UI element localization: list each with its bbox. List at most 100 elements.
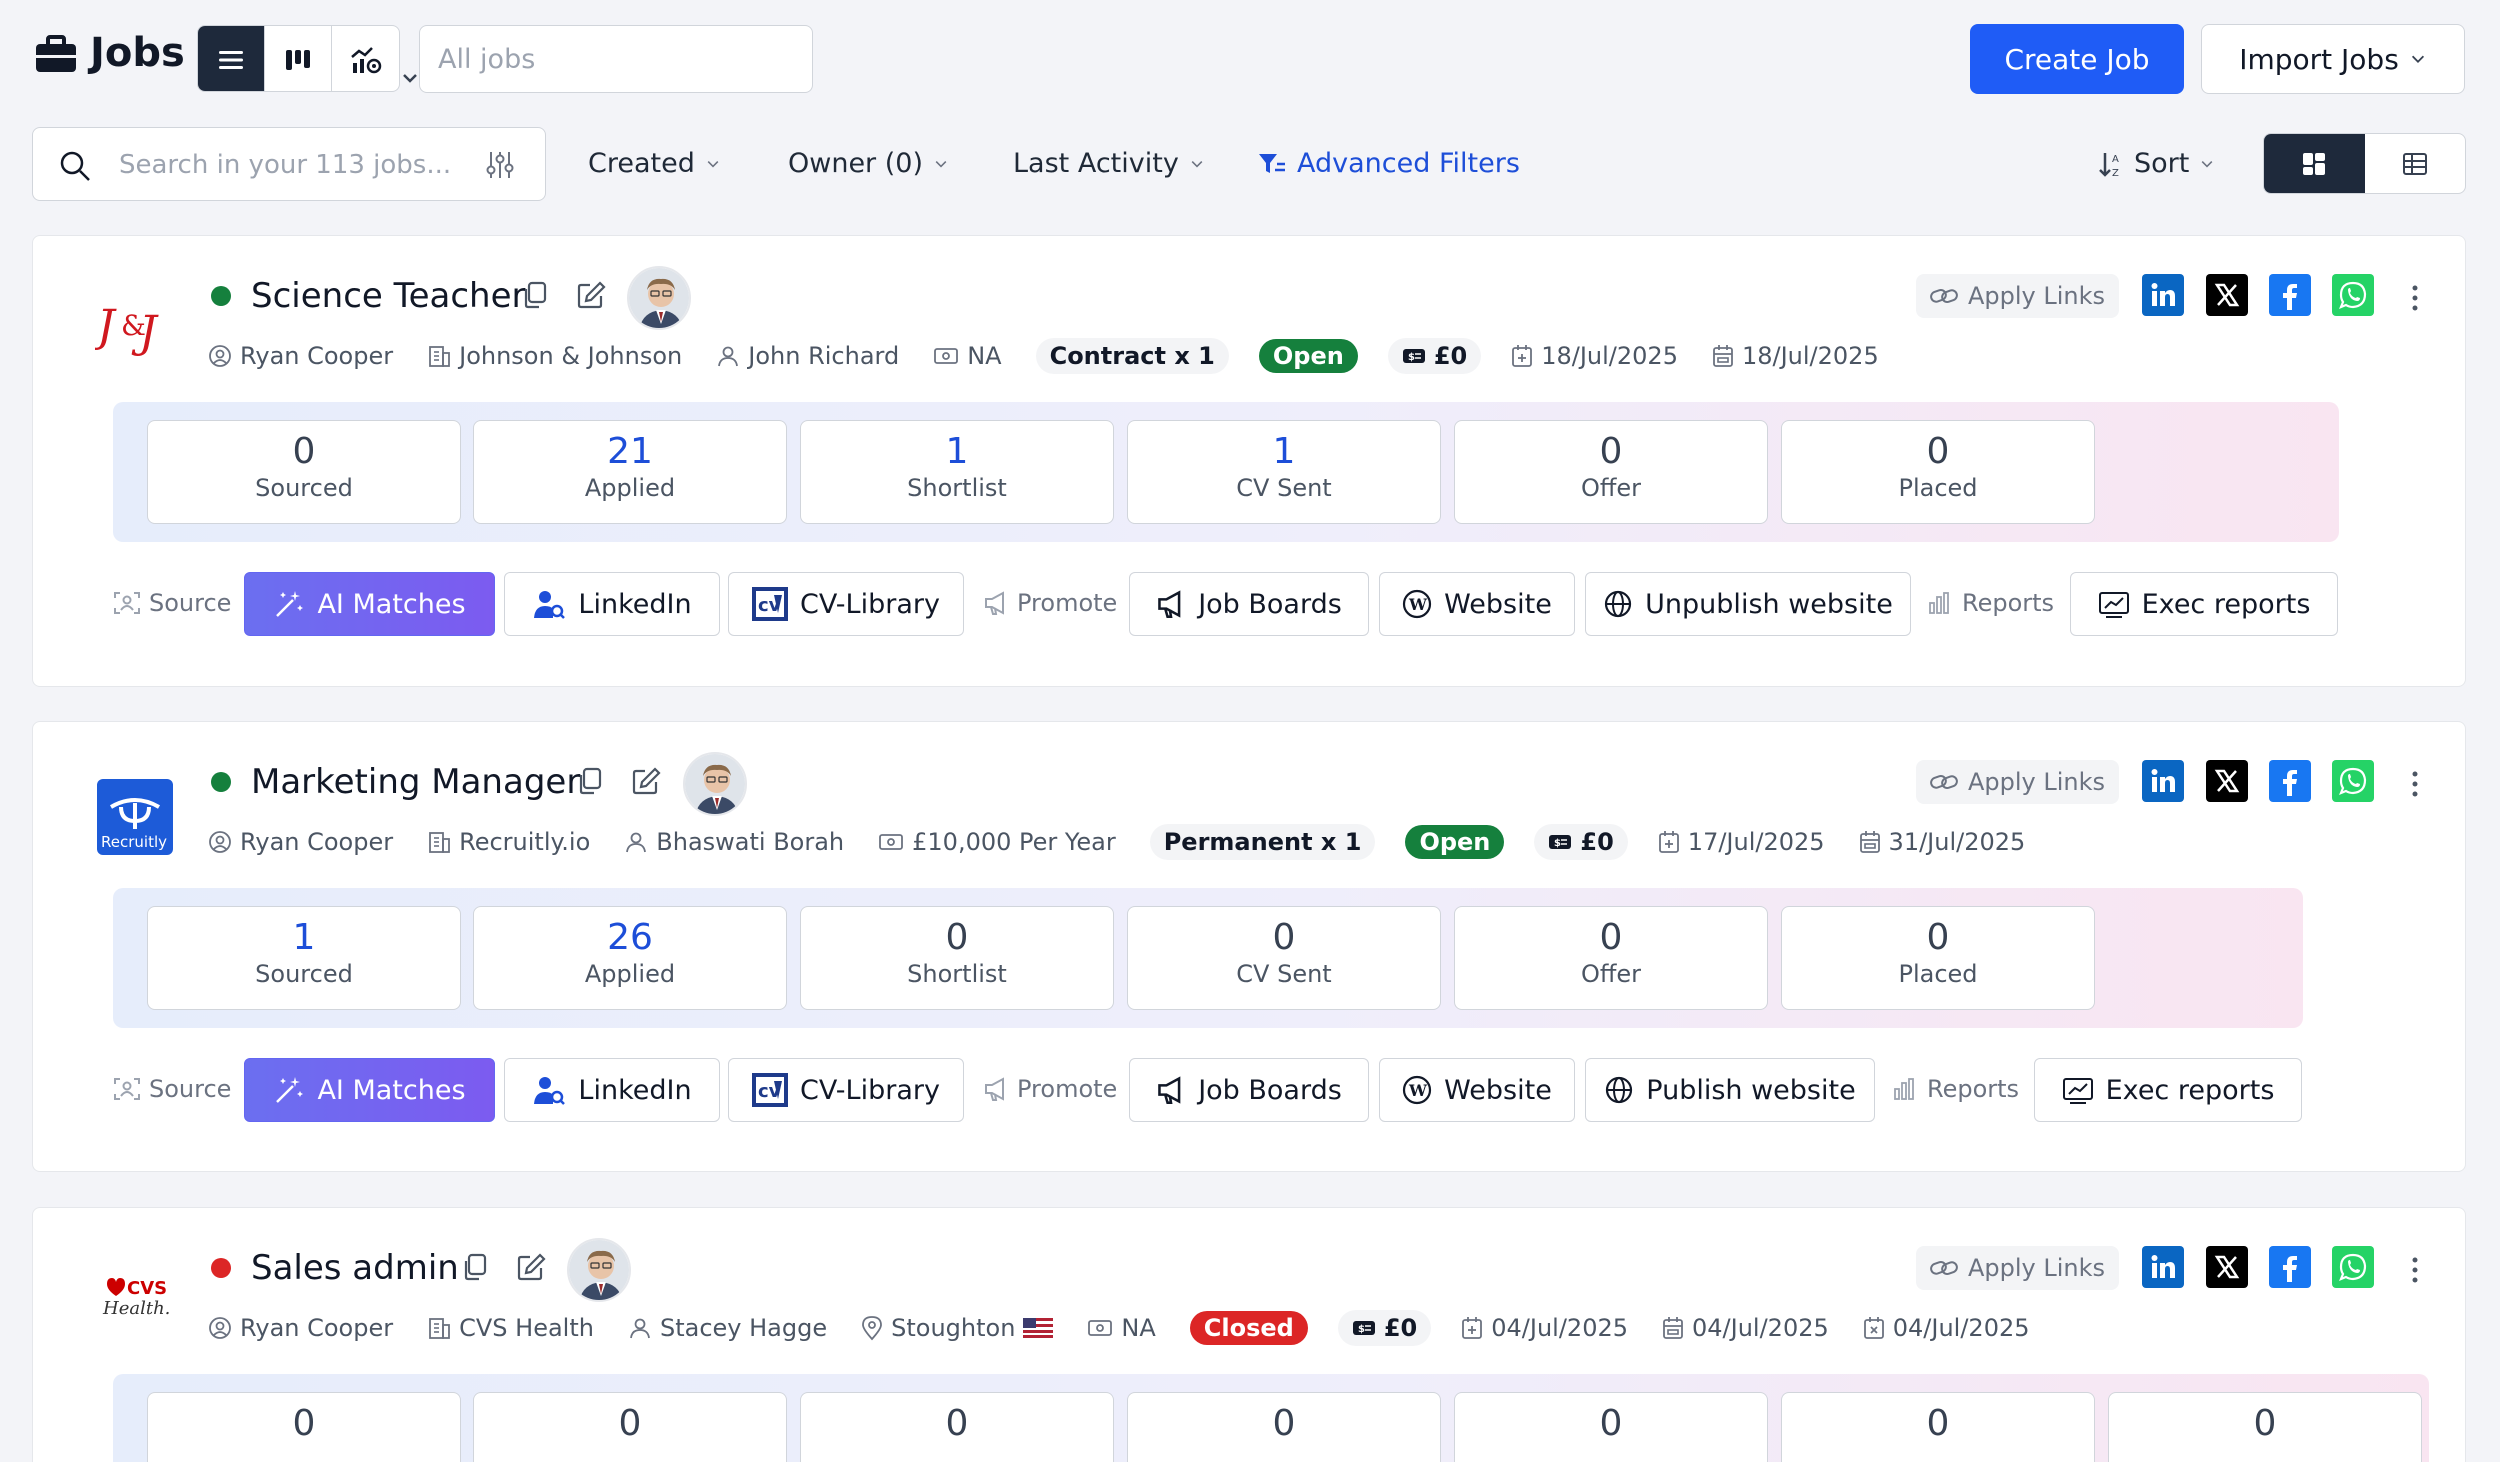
whatsapp-share-icon[interactable] <box>2332 274 2374 316</box>
status-badge[interactable]: Open <box>1258 339 1358 373</box>
list-view-button[interactable] <box>198 26 265 91</box>
advanced-filters-button[interactable]: Advanced Filters <box>1257 148 1520 179</box>
job-boards-button[interactable]: Job Boards <box>1129 1058 1369 1122</box>
whatsapp-share-icon[interactable] <box>2332 760 2374 802</box>
kanban-view-button[interactable] <box>265 26 332 91</box>
exec-reports-button[interactable]: Exec reports <box>2034 1058 2302 1122</box>
stat-tile[interactable]: 0 <box>2108 1392 2422 1462</box>
stat-cv-sent[interactable]: 1 CV Sent <box>1127 420 1441 524</box>
facebook-share-icon[interactable] <box>2269 760 2311 802</box>
more-options-icon[interactable] <box>2411 284 2419 312</box>
action-row: Source AI Matches LinkedIn cv CV-Library … <box>33 572 2465 636</box>
stat-shortlist[interactable]: 0 Shortlist <box>800 906 1114 1010</box>
megaphone-icon <box>1156 589 1186 619</box>
publish-website-button[interactable]: Publish website <box>1585 1058 1875 1122</box>
apply-links-button[interactable]: Apply Links <box>1916 760 2120 804</box>
job-title[interactable]: Sales admin <box>251 1248 459 1288</box>
stat-value: 0 <box>1272 917 1296 958</box>
stat-tile[interactable]: 0 <box>1781 1392 2095 1462</box>
job-title[interactable]: Science Teacher <box>251 276 526 316</box>
unpublish-website-button[interactable]: Unpublish website <box>1585 572 1911 636</box>
stat-offer[interactable]: 0 Offer <box>1454 906 1768 1010</box>
stat-tile[interactable]: 0 <box>1127 1392 1441 1462</box>
avatar[interactable] <box>627 266 691 330</box>
stat-tile[interactable]: 0 <box>473 1392 787 1462</box>
more-options-icon[interactable] <box>2411 770 2419 798</box>
linkedin-share-icon[interactable] <box>2142 274 2184 316</box>
owner-meta[interactable]: Ryan Cooper <box>208 1314 393 1342</box>
job-filter-select[interactable]: All jobs <box>403 25 813 93</box>
facebook-share-icon[interactable] <box>2269 274 2311 316</box>
stat-tile[interactable]: 0 <box>1454 1392 1768 1462</box>
stat-sourced[interactable]: 1 Sourced <box>147 906 461 1010</box>
x-share-icon[interactable] <box>2206 1246 2248 1288</box>
contact-meta[interactable]: Stacey Hagge <box>628 1314 827 1342</box>
created-filter[interactable]: Created <box>588 148 721 179</box>
stat-value: 0 <box>292 431 316 472</box>
edit-icon[interactable] <box>516 1252 546 1282</box>
stat-applied[interactable]: 26 Applied <box>473 906 787 1010</box>
stat-shortlist[interactable]: 1 Shortlist <box>800 420 1114 524</box>
copy-icon[interactable] <box>460 1252 490 1282</box>
search-box[interactable]: Search in your 113 jobs... <box>32 127 546 201</box>
avatar[interactable] <box>683 752 747 816</box>
contact-meta[interactable]: Bhaswati Borah <box>624 828 844 856</box>
more-options-icon[interactable] <box>2411 1256 2419 1284</box>
status-badge[interactable]: Open <box>1405 825 1505 859</box>
linkedin-source-button[interactable]: LinkedIn <box>504 572 720 636</box>
svg-text:J: J <box>95 301 117 352</box>
cv-library-button[interactable]: cv CV-Library <box>728 572 964 636</box>
apply-links-button[interactable]: Apply Links <box>1916 274 2120 318</box>
import-jobs-button[interactable]: Import Jobs <box>2201 24 2465 94</box>
edit-icon[interactable] <box>576 280 606 310</box>
whatsapp-share-icon[interactable] <box>2332 1246 2374 1288</box>
cv-library-button[interactable]: cv CV-Library <box>728 1058 964 1122</box>
x-share-icon[interactable] <box>2206 274 2248 316</box>
stat-tile[interactable]: 0 <box>800 1392 1114 1462</box>
sort-button[interactable]: A Z Sort <box>2098 148 2215 179</box>
filter-settings-icon[interactable] <box>485 150 515 180</box>
linkedin-source-button[interactable]: LinkedIn <box>504 1058 720 1122</box>
stat-applied[interactable]: 21 Applied <box>473 420 787 524</box>
company-meta[interactable]: Johnson & Johnson <box>427 342 682 370</box>
owner-filter[interactable]: Owner (0) <box>788 148 949 179</box>
ai-matches-button[interactable]: AI Matches <box>244 572 495 636</box>
status-badge[interactable]: Closed <box>1189 1311 1308 1345</box>
stat-value: 0 <box>1926 1403 1950 1444</box>
search-input[interactable]: Search in your 113 jobs... <box>119 150 451 180</box>
table-layout-button[interactable] <box>2365 134 2466 193</box>
create-job-button[interactable]: Create Job <box>1970 24 2184 94</box>
calendar-plus-icon <box>1461 1316 1483 1340</box>
owner-meta[interactable]: Ryan Cooper <box>208 828 393 856</box>
company-meta[interactable]: Recruitly.io <box>427 828 590 856</box>
edit-icon[interactable] <box>631 766 661 796</box>
job-boards-button[interactable]: Job Boards <box>1129 572 1369 636</box>
stat-offer[interactable]: 0 Offer <box>1454 420 1768 524</box>
contact-meta[interactable]: John Richard <box>716 342 899 370</box>
copy-icon[interactable] <box>520 280 550 310</box>
last-activity-filter[interactable]: Last Activity <box>1013 148 1205 179</box>
ai-matches-button[interactable]: AI Matches <box>244 1058 495 1122</box>
stat-cv-sent[interactable]: 0 CV Sent <box>1127 906 1441 1010</box>
facebook-share-icon[interactable] <box>2269 1246 2311 1288</box>
linkedin-share-icon[interactable] <box>2142 1246 2184 1288</box>
date-value: 17/Jul/2025 <box>1687 828 1825 856</box>
x-share-icon[interactable] <box>2206 760 2248 802</box>
stat-placed[interactable]: 0 Placed <box>1781 420 2095 524</box>
exec-reports-button[interactable]: Exec reports <box>2070 572 2338 636</box>
deadline-date: 18/Jul/2025 <box>1712 342 1879 370</box>
stat-tile[interactable]: 0 <box>147 1392 461 1462</box>
owner-meta[interactable]: Ryan Cooper <box>208 342 393 370</box>
company-meta[interactable]: CVS Health <box>427 1314 594 1342</box>
website-button[interactable]: W Website <box>1379 1058 1575 1122</box>
copy-icon[interactable] <box>575 766 605 796</box>
website-button[interactable]: W Website <box>1379 572 1575 636</box>
job-title[interactable]: Marketing Manager <box>251 762 580 802</box>
linkedin-share-icon[interactable] <box>2142 760 2184 802</box>
avatar[interactable] <box>567 1238 631 1302</box>
stat-sourced[interactable]: 0 Sourced <box>147 420 461 524</box>
card-layout-button[interactable] <box>2264 134 2365 193</box>
analytics-view-button[interactable] <box>332 26 399 91</box>
stat-placed[interactable]: 0 Placed <box>1781 906 2095 1010</box>
apply-links-button[interactable]: Apply Links <box>1916 1246 2120 1290</box>
